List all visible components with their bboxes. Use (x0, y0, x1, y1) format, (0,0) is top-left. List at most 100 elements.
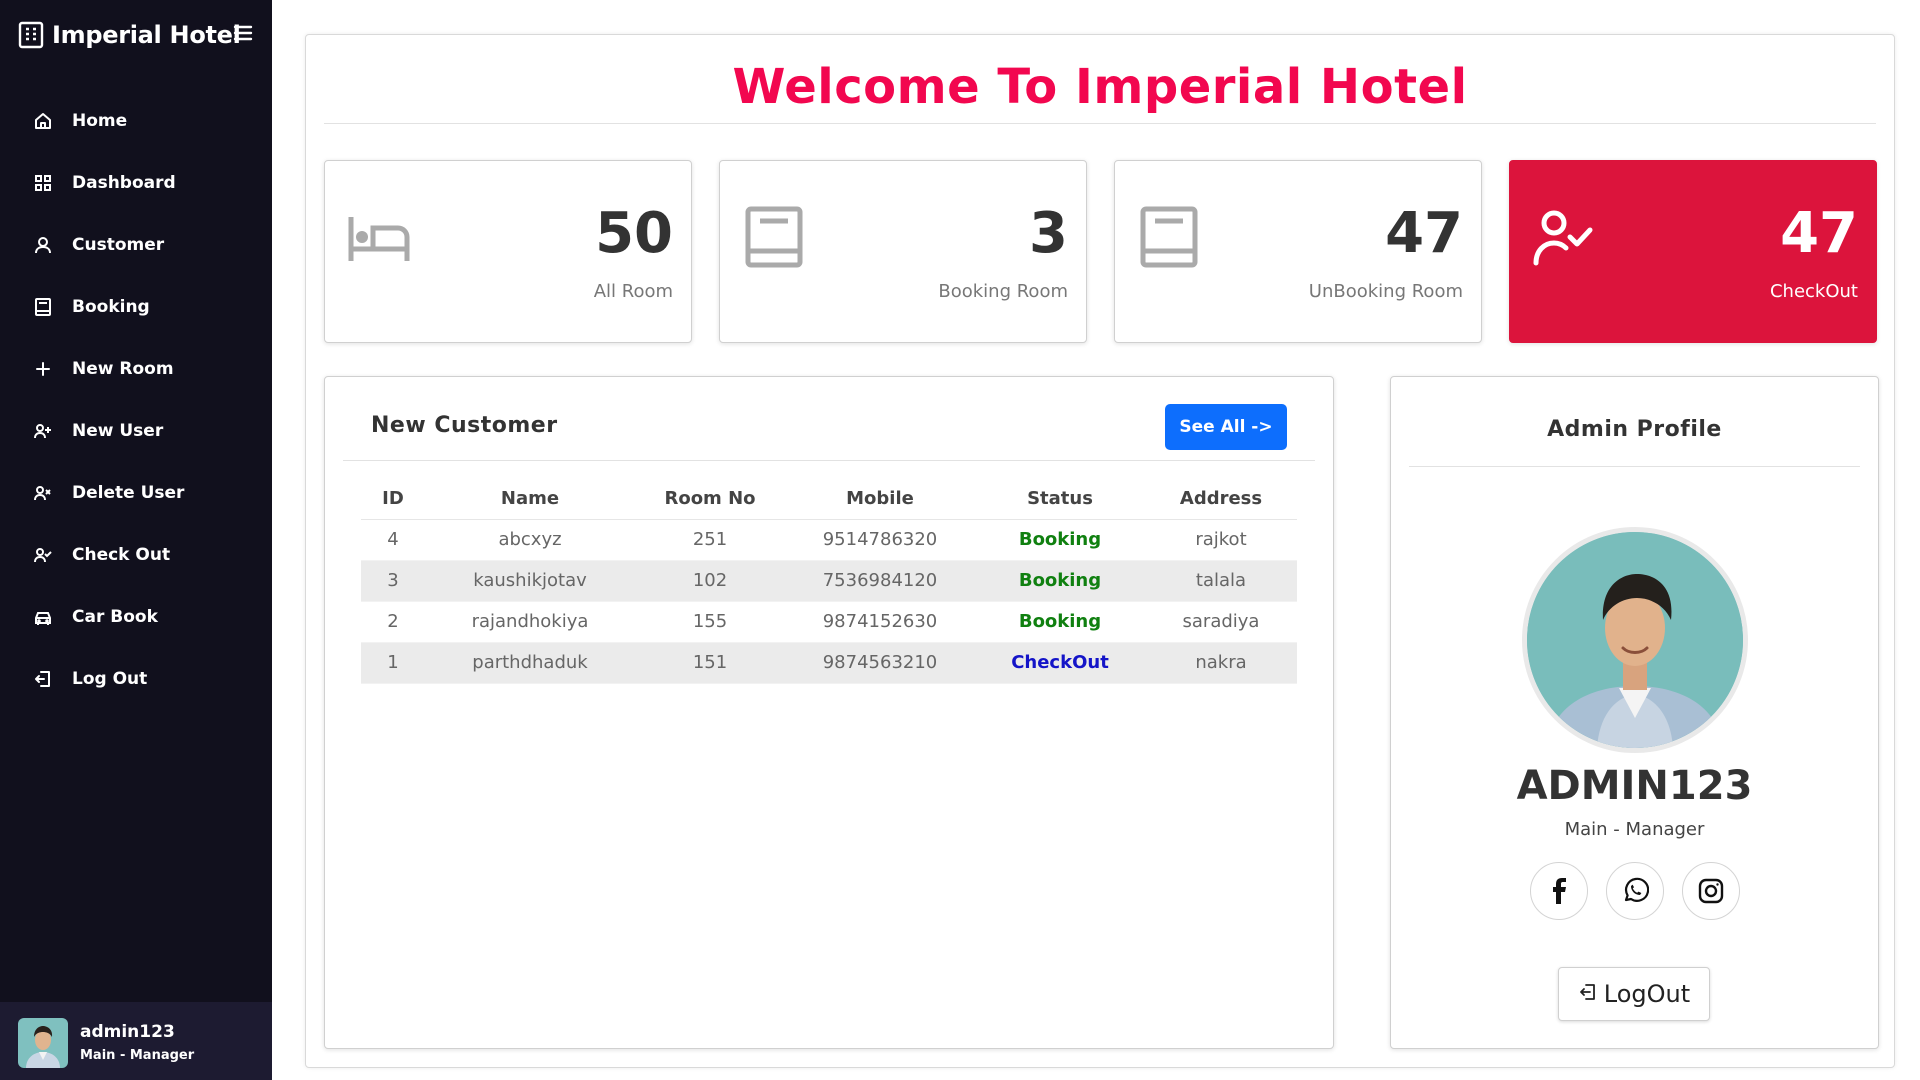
sidebar-profile: admin123 Main - Manager (0, 1002, 272, 1080)
sidebar-item-label: Customer (72, 235, 165, 255)
car-icon (32, 606, 54, 628)
cell-status: Booking (975, 519, 1145, 561)
sidebar-item-label: Log Out (72, 669, 148, 689)
sidebar-item-label: Booking (72, 297, 150, 317)
cell-address: saradiya (1145, 601, 1297, 643)
logout-button[interactable]: LogOut (1558, 967, 1710, 1021)
user-check-icon (1532, 205, 1596, 269)
cell-name: abcxyz (425, 519, 635, 561)
sidebar-item-label: New User (72, 421, 164, 441)
card-label: UnBooking Room (1308, 281, 1463, 302)
avatar (1522, 527, 1748, 753)
grid-icon (32, 172, 54, 194)
column-header: Address (1145, 479, 1297, 520)
sidebar-item-label: Home (72, 111, 128, 131)
column-header: Room No (635, 479, 785, 520)
cell-room-no: 155 (635, 601, 785, 643)
cell-mobile: 9874563210 (785, 642, 975, 684)
table-row: 1 parthdhaduk 151 9874563210 CheckOut na… (361, 642, 1297, 684)
sidebar-item-new-room[interactable]: New Room (0, 338, 272, 400)
sidebar-item-delete-user[interactable]: Delete User (0, 462, 272, 524)
cell-room-no: 102 (635, 560, 785, 602)
whatsapp-icon[interactable] (1605, 862, 1664, 920)
cell-name: kaushikjotav (425, 560, 635, 602)
admin-name: ADMIN123 (1516, 763, 1753, 809)
instagram-icon[interactable] (1681, 862, 1740, 920)
panel-title: Admin Profile (1547, 417, 1722, 442)
table-header-row: ID Name Room No Mobile Status Address (361, 479, 1297, 520)
card-label: CheckOut (1769, 281, 1858, 302)
cell-room-no: 151 (635, 642, 785, 684)
card-label: All Room (593, 281, 673, 302)
logout-label: LogOut (1603, 980, 1691, 1008)
divider (1409, 466, 1860, 467)
column-header: Mobile (785, 479, 975, 520)
sidebar-item-check-out[interactable]: Check Out (0, 524, 272, 586)
divider (324, 123, 1876, 124)
card-value: 47 (1385, 201, 1463, 266)
bed-icon (347, 205, 411, 269)
page-title: Welcome To Imperial Hotel (732, 59, 1468, 115)
cell-status: CheckOut (975, 642, 1145, 684)
cell-address: talala (1145, 560, 1297, 602)
brand: Imperial Hotel (18, 18, 258, 52)
user-x-icon (32, 482, 54, 504)
main-content: Welcome To Imperial Hotel 50 All Room 3 … (305, 34, 1895, 1068)
card-label: Booking Room (938, 281, 1068, 302)
sidebar-item-label: Check Out (72, 545, 171, 565)
table-row: 4 abcxyz 251 9514786320 Booking rajkot (361, 519, 1297, 561)
admin-role: Main - Manager (1564, 819, 1705, 840)
cell-id: 3 (361, 560, 425, 602)
card-checkout: 47 CheckOut (1509, 160, 1877, 343)
column-header: Name (425, 479, 635, 520)
sidebar-item-label: Car Book (72, 607, 158, 627)
card-all-room: 50 All Room (324, 160, 692, 343)
admin-profile-panel: Admin Profile ADMIN123 Main - Manager Lo… (1390, 376, 1879, 1049)
cell-status: Booking (975, 601, 1145, 643)
divider (343, 460, 1315, 461)
cell-id: 1 (361, 642, 425, 684)
cell-id: 4 (361, 519, 425, 561)
social-links (1391, 862, 1878, 920)
card-booking-room: 3 Booking Room (719, 160, 1087, 343)
sidebar-item-label: Delete User (72, 483, 185, 503)
sidebar: Imperial Hotel Home Dashboard Customer B… (0, 0, 272, 1080)
book-icon (742, 205, 806, 269)
cell-name: rajandhokiya (425, 601, 635, 643)
card-value: 50 (595, 201, 673, 266)
avatar (18, 1018, 68, 1068)
facebook-icon[interactable] (1529, 862, 1588, 920)
card-value: 3 (1029, 201, 1068, 266)
cell-address: nakra (1145, 642, 1297, 684)
panel-title: New Customer (371, 413, 558, 438)
cell-room-no: 251 (635, 519, 785, 561)
profile-role: Main - Manager (80, 1048, 195, 1063)
app-title: Imperial Hotel (52, 21, 241, 49)
see-all-button[interactable]: See All -> (1165, 404, 1287, 450)
profile-name: admin123 (80, 1022, 175, 1042)
building-icon (18, 21, 44, 49)
cell-address: rajkot (1145, 519, 1297, 561)
sidebar-nav: Home Dashboard Customer Booking New Room (0, 90, 272, 710)
sidebar-item-customer[interactable]: Customer (0, 214, 272, 276)
cell-name: parthdhaduk (425, 642, 635, 684)
user-check-icon (32, 544, 54, 566)
sidebar-item-log-out[interactable]: Log Out (0, 648, 272, 710)
sidebar-item-dashboard[interactable]: Dashboard (0, 152, 272, 214)
menu-toggle-icon[interactable] (232, 22, 258, 48)
user-plus-icon (32, 420, 54, 442)
sidebar-item-home[interactable]: Home (0, 90, 272, 152)
plus-icon (32, 358, 54, 380)
sidebar-item-booking[interactable]: Booking (0, 276, 272, 338)
book-icon (1137, 205, 1201, 269)
table-row: 3 kaushikjotav 102 7536984120 Booking ta… (361, 560, 1297, 602)
sidebar-item-label: Dashboard (72, 173, 176, 193)
sidebar-item-new-user[interactable]: New User (0, 400, 272, 462)
logout-icon (32, 668, 54, 690)
customer-table: ID Name Room No Mobile Status Address 4 … (361, 479, 1297, 684)
card-value: 47 (1780, 201, 1858, 266)
sidebar-item-car-book[interactable]: Car Book (0, 586, 272, 648)
cell-id: 2 (361, 601, 425, 643)
sidebar-item-label: New Room (72, 359, 174, 379)
cell-mobile: 7536984120 (785, 560, 975, 602)
